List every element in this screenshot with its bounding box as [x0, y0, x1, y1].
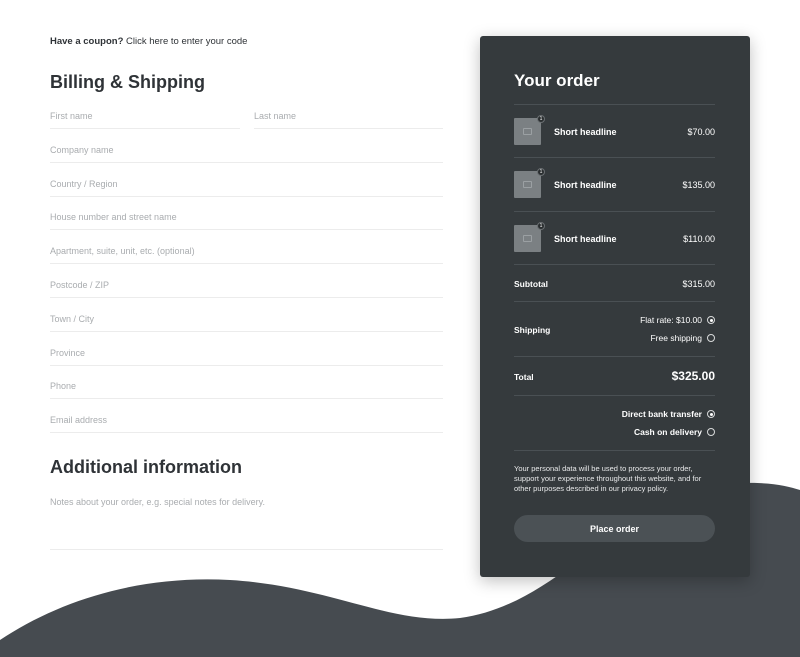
coupon-link[interactable]: Click here to enter your code [126, 36, 247, 47]
quantity-badge: 1 [537, 168, 545, 176]
image-placeholder-icon [523, 181, 532, 188]
product-name: Short headline [554, 127, 617, 137]
payment-option-cash-on-delivery[interactable]: Cash on delivery [634, 427, 715, 437]
total-label: Total [514, 372, 534, 382]
place-order-button[interactable]: Place order [514, 515, 715, 542]
shipping-option-label: Free shipping [650, 333, 702, 343]
divider [514, 264, 715, 265]
radio-checked-icon[interactable] [707, 410, 715, 418]
street-field[interactable] [50, 204, 443, 230]
divider [514, 450, 715, 451]
quantity-badge: 1 [537, 222, 545, 230]
radio-checked-icon[interactable] [707, 316, 715, 324]
province-field[interactable] [50, 340, 443, 366]
payment-option-label: Direct bank transfer [621, 409, 702, 419]
product-thumbnail: 1 [514, 168, 545, 198]
product-thumbnail: 1 [514, 222, 545, 252]
additional-info-title: Additional information [50, 457, 242, 477]
shipping-option-flat-rate[interactable]: Flat rate: $10.00 [640, 315, 715, 325]
radio-unchecked-icon[interactable] [707, 428, 715, 436]
product-price: $70.00 [687, 127, 715, 137]
payment-option-bank-transfer[interactable]: Direct bank transfer [622, 409, 715, 419]
last-name-field[interactable] [254, 103, 443, 129]
company-field[interactable] [50, 137, 443, 163]
billing-title: Billing & Shipping [50, 72, 205, 92]
quantity-badge: 1 [537, 115, 545, 123]
postcode-field[interactable] [50, 272, 443, 298]
subtotal-label: Subtotal [514, 279, 548, 289]
subtotal-value: $315.00 [682, 279, 715, 289]
order-item: 1 Short headline $70.00 [514, 115, 715, 146]
product-thumbnail: 1 [514, 115, 545, 145]
order-item: 1 Short headline $110.00 [514, 222, 715, 253]
email-field[interactable] [50, 407, 443, 433]
order-title: Your order [514, 71, 600, 90]
divider [514, 301, 715, 302]
product-name: Short headline [554, 180, 617, 190]
coupon-notice: Have a coupon? Click here to enter your … [50, 36, 247, 47]
product-price: $110.00 [683, 234, 715, 244]
total-value: $325.00 [671, 369, 715, 383]
order-summary-panel: Your order 1 Short headline $70.00 1 Sho… [480, 36, 750, 577]
town-field[interactable] [50, 306, 443, 332]
privacy-notice: Your personal data will be used to proce… [514, 464, 702, 493]
product-name: Short headline [554, 234, 617, 244]
phone-field[interactable] [50, 373, 443, 399]
divider [514, 211, 715, 212]
divider [514, 395, 715, 396]
order-item: 1 Short headline $135.00 [514, 168, 715, 199]
image-placeholder-icon [523, 128, 532, 135]
country-field[interactable] [50, 171, 443, 197]
radio-unchecked-icon[interactable] [707, 334, 715, 342]
payment-option-label: Cash on delivery [633, 427, 702, 437]
shipping-label: Shipping [514, 325, 551, 335]
shipping-option-label: Flat rate: $10.00 [640, 315, 702, 325]
image-placeholder-icon [523, 235, 532, 242]
apartment-field[interactable] [50, 238, 443, 264]
shipping-option-free[interactable]: Free shipping [650, 333, 715, 343]
order-notes-field[interactable] [50, 495, 443, 550]
divider [514, 157, 715, 158]
coupon-prefix: Have a coupon? [50, 36, 124, 47]
divider [514, 356, 715, 357]
product-price: $135.00 [682, 180, 715, 190]
first-name-field[interactable] [50, 103, 240, 129]
divider [514, 104, 715, 105]
